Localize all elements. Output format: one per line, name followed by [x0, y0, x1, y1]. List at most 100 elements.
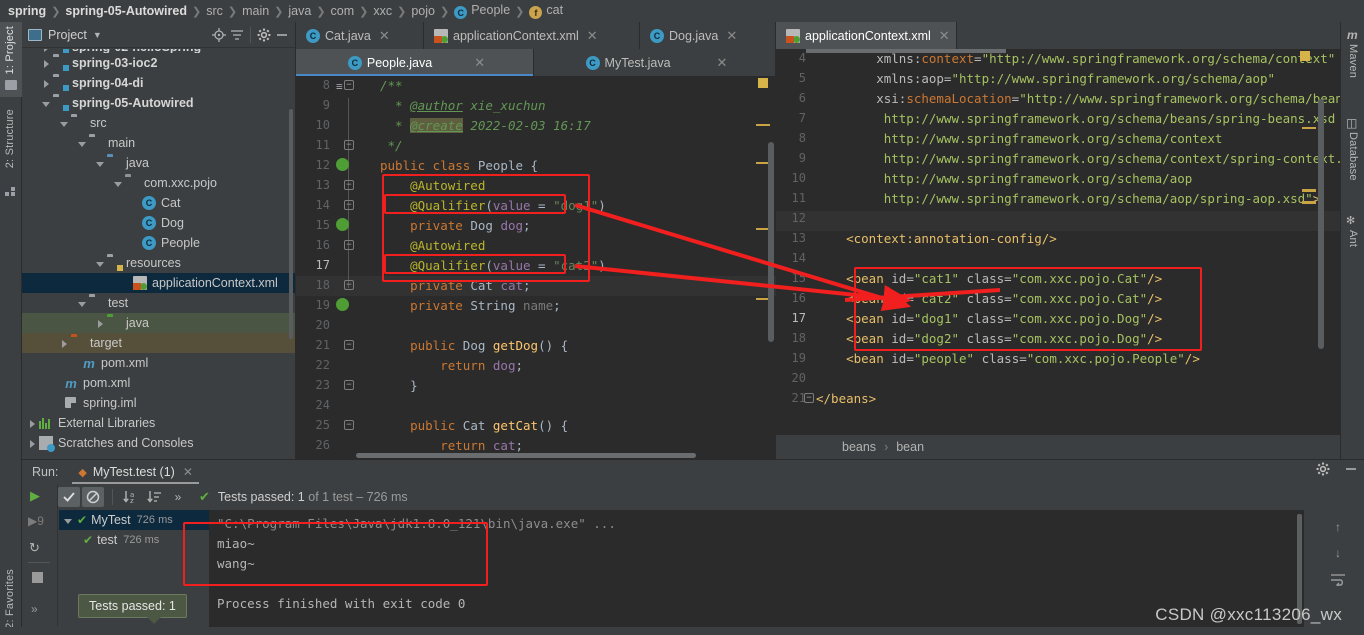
editor-horizontal-scrollbar[interactable] — [806, 49, 1006, 53]
breadcrumb-item-cat[interactable]: f cat — [529, 3, 563, 20]
fold-icon[interactable]: − — [344, 80, 354, 90]
bean-gutter-icon[interactable] — [336, 158, 349, 171]
tool-button-project[interactable]: 1: Project — [0, 22, 22, 97]
chevron-down-icon[interactable] — [77, 298, 88, 309]
chevron-down-icon[interactable] — [41, 98, 52, 109]
down-arrow-icon[interactable]: ↓ — [1335, 546, 1341, 560]
editor-tab-mytest-java[interactable]: C MyTest.java ✕ — [534, 49, 776, 76]
chevron-down-icon[interactable] — [95, 158, 106, 169]
tree-item-test-java[interactable]: java — [22, 313, 295, 333]
editor-horizontal-scrollbar[interactable] — [356, 453, 696, 458]
tree-item-scratches-consoles[interactable]: Scratches and Consoles — [22, 433, 295, 453]
run-tab-mytest[interactable]: ◆ MyTest.test (1) ✕ — [72, 460, 199, 484]
close-icon[interactable]: ✕ — [717, 55, 728, 71]
chevron-down-icon[interactable] — [77, 138, 88, 149]
tool-button-database[interactable]: ◫ Database — [1341, 114, 1364, 206]
editor-tab-applicationcontext-xml[interactable]: applicationContext.xml ✕ — [424, 22, 640, 49]
tree-item-spring-04[interactable]: spring-04-di — [22, 73, 295, 93]
tree-item-src[interactable]: src — [22, 113, 295, 133]
tree-item-pom-module[interactable]: m pom.xml — [22, 353, 295, 373]
locate-icon[interactable] — [210, 26, 228, 44]
breadcrumb-item-java[interactable]: java — [288, 4, 311, 18]
chevron-down-icon[interactable] — [59, 118, 70, 129]
tree-item-test[interactable]: test — [22, 293, 295, 313]
close-icon[interactable]: ✕ — [726, 28, 737, 44]
tool-button-favorites[interactable]: 2: Favorites ★ — [0, 567, 22, 635]
fold-icon[interactable]: − — [344, 180, 354, 190]
xml-breadcrumb-root[interactable]: beans — [842, 440, 876, 454]
inspection-marker[interactable] — [758, 78, 768, 88]
fold-icon[interactable]: − — [344, 140, 354, 150]
tree-item-dog[interactable]: C Dog — [22, 213, 295, 233]
chevron-down-icon[interactable] — [63, 515, 74, 526]
sort-by-duration-button[interactable] — [143, 487, 165, 507]
tree-item-people[interactable]: C People — [22, 233, 295, 253]
chevron-right-icon[interactable] — [27, 418, 38, 429]
fold-icon[interactable]: − — [344, 380, 354, 390]
more-icon[interactable]: » — [31, 602, 38, 616]
fold-icon[interactable]: − — [344, 200, 354, 210]
debug-icon[interactable]: ▶9 — [28, 514, 44, 528]
project-tree[interactable]: spring-02-helloSpring spring-03-ioc2 spr… — [22, 49, 295, 459]
tree-item-spring-iml[interactable]: spring.iml — [22, 393, 295, 413]
fold-icon[interactable]: − — [344, 240, 354, 250]
editor-tab-people-java[interactable]: C People.java ✕ — [296, 49, 534, 76]
up-arrow-icon[interactable]: ↑ — [1335, 520, 1341, 534]
tree-item-java[interactable]: java — [22, 153, 295, 173]
tool-button-ant[interactable]: ✻ Ant — [1341, 212, 1364, 270]
breadcrumb-item-main[interactable]: main — [242, 4, 269, 18]
chevron-down-icon[interactable]: ▼ — [93, 30, 102, 40]
chevron-down-icon[interactable] — [95, 258, 106, 269]
chevron-right-icon[interactable] — [95, 318, 106, 329]
fold-icon[interactable]: − — [344, 420, 354, 430]
breadcrumb-item-module[interactable]: spring-05-Autowired — [65, 4, 187, 18]
chevron-right-icon[interactable] — [27, 438, 38, 449]
editor-vertical-scrollbar[interactable] — [1318, 99, 1324, 349]
chevron-right-icon[interactable] — [41, 49, 52, 53]
autowired-gutter-icon[interactable] — [336, 298, 349, 311]
chevron-right-icon[interactable] — [41, 78, 52, 89]
breadcrumb-item-xxc[interactable]: xxc — [373, 4, 392, 18]
tree-item-spring-05[interactable]: spring-05-Autowired — [22, 93, 295, 113]
tree-item-target[interactable]: target — [22, 333, 295, 353]
more-options-icon[interactable]: » — [167, 487, 189, 507]
mute-button[interactable] — [82, 487, 104, 507]
settings-icon[interactable] — [1316, 462, 1330, 479]
tool-button-maven[interactable]: m Maven — [1341, 26, 1364, 104]
settings-icon[interactable] — [255, 26, 273, 44]
tree-item-pom-root[interactable]: m pom.xml — [22, 373, 295, 393]
editor-tab-cat-java[interactable]: C Cat.java ✕ — [296, 22, 424, 49]
autowired-gutter-icon[interactable] — [336, 218, 349, 231]
tree-item-cat[interactable]: C Cat — [22, 193, 295, 213]
xml-code-area[interactable]: 4 5 6 7 8 9 10 11 12 13 14 15 16 17 18 1… — [776, 49, 1340, 435]
show-passed-button[interactable] — [58, 487, 80, 507]
tree-item-resources[interactable]: resources — [22, 253, 295, 273]
breadcrumb-item-people[interactable]: C People — [454, 3, 510, 20]
test-tree-row-mytest[interactable]: ✔ MyTest 726 ms — [59, 510, 209, 530]
editor-vertical-scrollbar[interactable] — [768, 142, 774, 342]
breadcrumb-item-src[interactable]: src — [206, 4, 223, 18]
editor-tab-applicationcontext-xml-active[interactable]: applicationContext.xml ✕ — [776, 22, 957, 49]
chevron-right-icon[interactable] — [41, 58, 52, 69]
run-console-output[interactable]: "C:\Program Files\Java\jdk1.8.0_121\bin\… — [209, 510, 1304, 635]
project-scrollbar[interactable] — [289, 109, 293, 339]
sort-alphabetically-button[interactable]: az — [119, 487, 141, 507]
close-icon[interactable]: ✕ — [939, 28, 950, 44]
minimize-icon[interactable] — [1344, 462, 1358, 479]
minimize-icon[interactable] — [273, 26, 291, 44]
close-icon[interactable]: ✕ — [379, 28, 390, 44]
rerun-failed-icon[interactable]: ↻ — [29, 540, 40, 556]
tree-item-main[interactable]: main — [22, 133, 295, 153]
chevron-down-icon[interactable] — [113, 178, 124, 189]
tree-item-package[interactable]: com.xxc.pojo — [22, 173, 295, 193]
fold-icon[interactable]: − — [344, 280, 354, 290]
tool-button-structure[interactable]: 2: Structure — [0, 107, 22, 202]
fold-icon[interactable]: − — [804, 393, 814, 403]
tree-item-external-libraries[interactable]: External Libraries — [22, 413, 295, 433]
inspection-marker[interactable] — [1300, 51, 1310, 61]
test-tree-row-test[interactable]: ✔ test 726 ms — [59, 530, 209, 550]
breadcrumb-item-spring[interactable]: spring — [8, 4, 46, 18]
close-icon[interactable]: ✕ — [474, 55, 485, 71]
collapse-all-icon[interactable] — [228, 26, 246, 44]
editor-tab-dog-java[interactable]: C Dog.java ✕ — [640, 22, 776, 49]
